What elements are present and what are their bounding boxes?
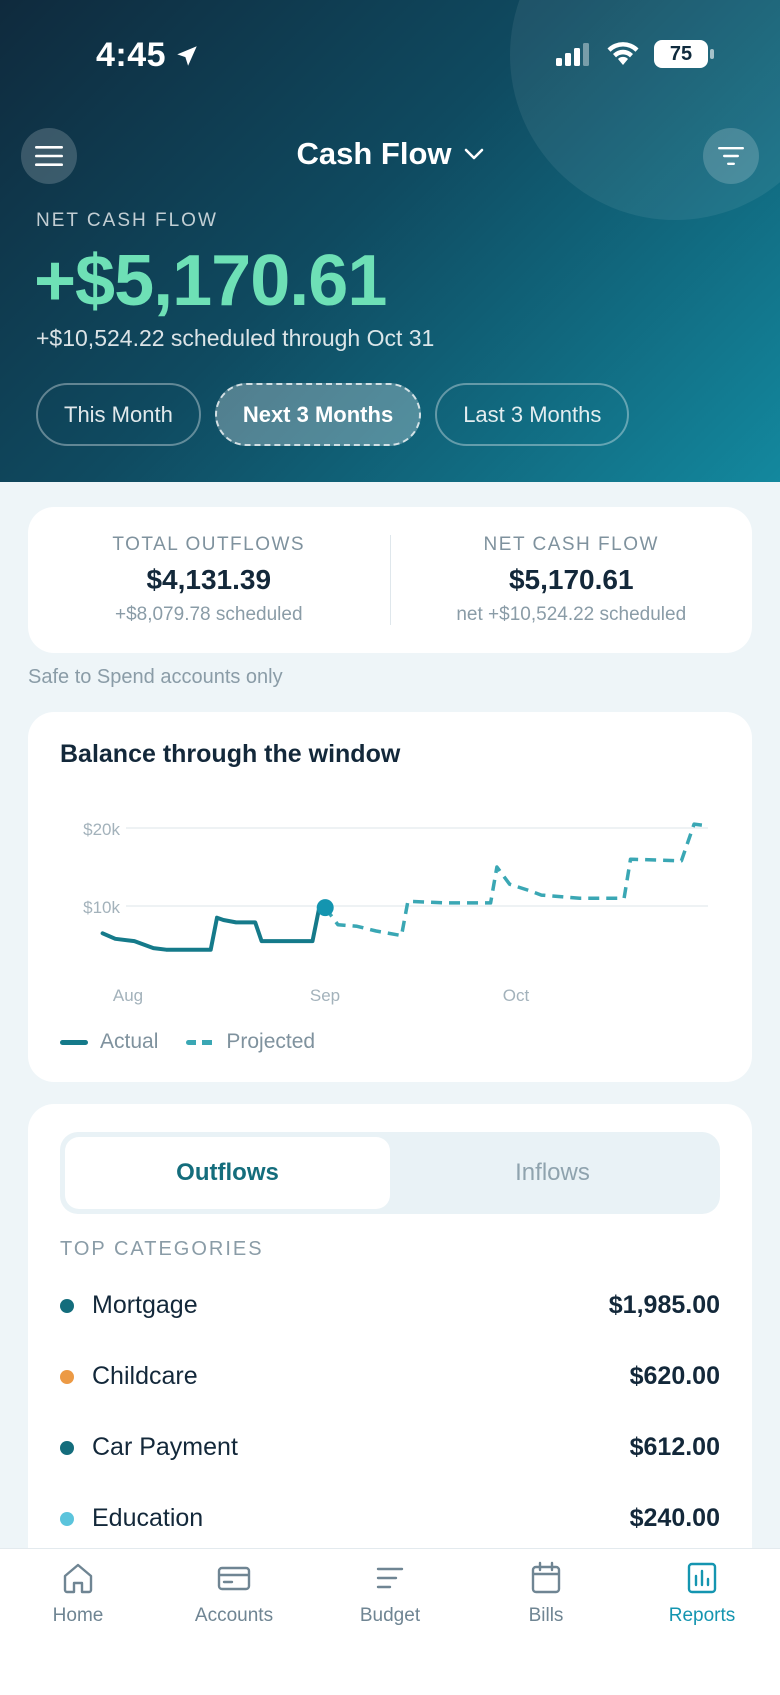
actual-series-line (100, 905, 328, 952)
category-amount: $240.00 (629, 1504, 720, 1532)
net-cash-flow-scheduled: net +$10,524.22 scheduled (456, 604, 687, 625)
status-bar: 4:45 75 (0, 36, 780, 76)
category-list: Mortgage $1,985.00 Childcare $620.00 Car… (60, 1270, 720, 1554)
net-cash-flow-block: NET CASH FLOW $5,170.61 net +$10,524.22 … (391, 534, 753, 626)
battery-indicator: 75 (654, 40, 714, 68)
wifi-icon (607, 42, 639, 65)
category-name: Education (92, 1504, 204, 1532)
category-name: Childcare (92, 1362, 198, 1390)
category-name: Car Payment (92, 1433, 238, 1461)
legend-projected-swatch (186, 1039, 215, 1045)
battery-level: 75 (669, 42, 693, 65)
category-amount: $1,985.00 (608, 1291, 720, 1319)
nav-reports-label: Reports (668, 1605, 736, 1626)
decorative-circle (510, 0, 780, 220)
balance-chart: $20k $10k Aug Sep Oct (83, 820, 708, 1005)
category-row-car-payment[interactable]: Car Payment $612.00 (60, 1412, 720, 1483)
category-row-education[interactable]: Education $240.00 (60, 1483, 720, 1554)
period-last-3-months[interactable]: Last 3 Months (435, 383, 630, 446)
net-cash-flow-summary-value: $5,170.61 (508, 564, 634, 595)
net-cash-flow-label: NET CASH FLOW (36, 210, 218, 231)
category-row-mortgage[interactable]: Mortgage $1,985.00 (60, 1270, 720, 1341)
bottom-nav: Home Accounts Budget Bills Reports (0, 1548, 780, 1695)
tab-outflows[interactable]: Outflows (65, 1137, 390, 1209)
calendar-icon (531, 1561, 561, 1594)
scheduled-subtitle: +$10,524.22 scheduled through Oct 31 (36, 325, 435, 351)
category-amount: $612.00 (629, 1433, 720, 1461)
hero-header: 4:45 75 Cash Flow NET CASH FLOW +$5,170.… (0, 0, 780, 482)
net-cash-flow-summary-label: NET CASH FLOW (483, 534, 659, 555)
nav-bills-label: Bills (528, 1605, 564, 1626)
nav-accounts[interactable]: Accounts (156, 1549, 312, 1695)
nav-accounts-label: Accounts (194, 1605, 274, 1626)
bar-chart-icon (687, 1562, 717, 1594)
card-icon (217, 1566, 251, 1591)
flow-type-toggle: Outflows Inflows (60, 1132, 720, 1214)
nav-home[interactable]: Home (0, 1549, 156, 1695)
chevron-down-icon (464, 148, 483, 160)
page-title: Cash Flow (296, 136, 452, 171)
x-tick-aug: Aug (113, 986, 143, 1005)
period-selector: This Month Next 3 Months Last 3 Months (36, 383, 630, 446)
budget-lines-icon (376, 1567, 404, 1589)
legend-actual-label: Actual (100, 1030, 159, 1053)
legend-actual-swatch (60, 1039, 88, 1045)
legend-actual: Actual (60, 1030, 158, 1054)
x-tick-oct: Oct (503, 986, 530, 1005)
category-name: Mortgage (92, 1291, 198, 1319)
total-outflows-label: TOTAL OUTFLOWS (112, 534, 306, 555)
balance-chart-card: Balance through the window $20k $10k Aug… (28, 712, 752, 1082)
chart-legend: Actual Projected (60, 1030, 315, 1054)
total-outflows-value: $4,131.39 (146, 564, 272, 595)
nav-budget[interactable]: Budget (312, 1549, 468, 1695)
safe-to-spend-note: Safe to Spend accounts only (28, 666, 283, 688)
total-outflows-block: TOTAL OUTFLOWS $4,131.39 +$8,079.78 sche… (28, 534, 390, 626)
y-tick-20k: $20k (83, 820, 120, 839)
category-amount: $620.00 (629, 1362, 720, 1390)
legend-projected: Projected (186, 1030, 315, 1054)
nav-budget-label: Budget (359, 1605, 421, 1626)
period-next-3-months[interactable]: Next 3 Months (214, 383, 422, 446)
filter-icon (718, 147, 744, 165)
category-color-dot (60, 1369, 74, 1384)
legend-projected-label: Projected (226, 1030, 316, 1053)
net-cash-flow-amount: +$5,170.61 (34, 241, 387, 321)
category-color-dot (60, 1440, 74, 1455)
nav-bills[interactable]: Bills (468, 1549, 624, 1695)
clock-text: 4:45 (96, 36, 167, 74)
top-bar: Cash Flow (0, 128, 780, 184)
report-selector[interactable]: Cash Flow (0, 136, 780, 172)
tab-inflows[interactable]: Inflows (390, 1137, 715, 1209)
total-outflows-scheduled: +$8,079.78 scheduled (114, 604, 303, 625)
period-this-month[interactable]: This Month (36, 383, 201, 446)
current-balance-point[interactable] (316, 899, 334, 917)
x-tick-sep: Sep (310, 986, 340, 1005)
category-color-dot (60, 1511, 74, 1526)
filter-button[interactable] (703, 128, 759, 184)
y-tick-10k: $10k (83, 898, 120, 917)
projected-series-line (323, 822, 708, 938)
location-arrow-icon (177, 45, 197, 66)
category-color-dot (60, 1298, 74, 1313)
status-time: 4:45 (96, 36, 200, 75)
nav-home-label: Home (52, 1605, 104, 1626)
top-categories-label: TOP CATEGORIES (60, 1238, 264, 1260)
signal-icon (556, 43, 589, 66)
summary-card: TOTAL OUTFLOWS $4,131.39 +$8,079.78 sche… (28, 507, 752, 653)
category-row-childcare[interactable]: Childcare $620.00 (60, 1341, 720, 1412)
home-icon (63, 1563, 93, 1594)
nav-reports[interactable]: Reports (624, 1549, 780, 1695)
